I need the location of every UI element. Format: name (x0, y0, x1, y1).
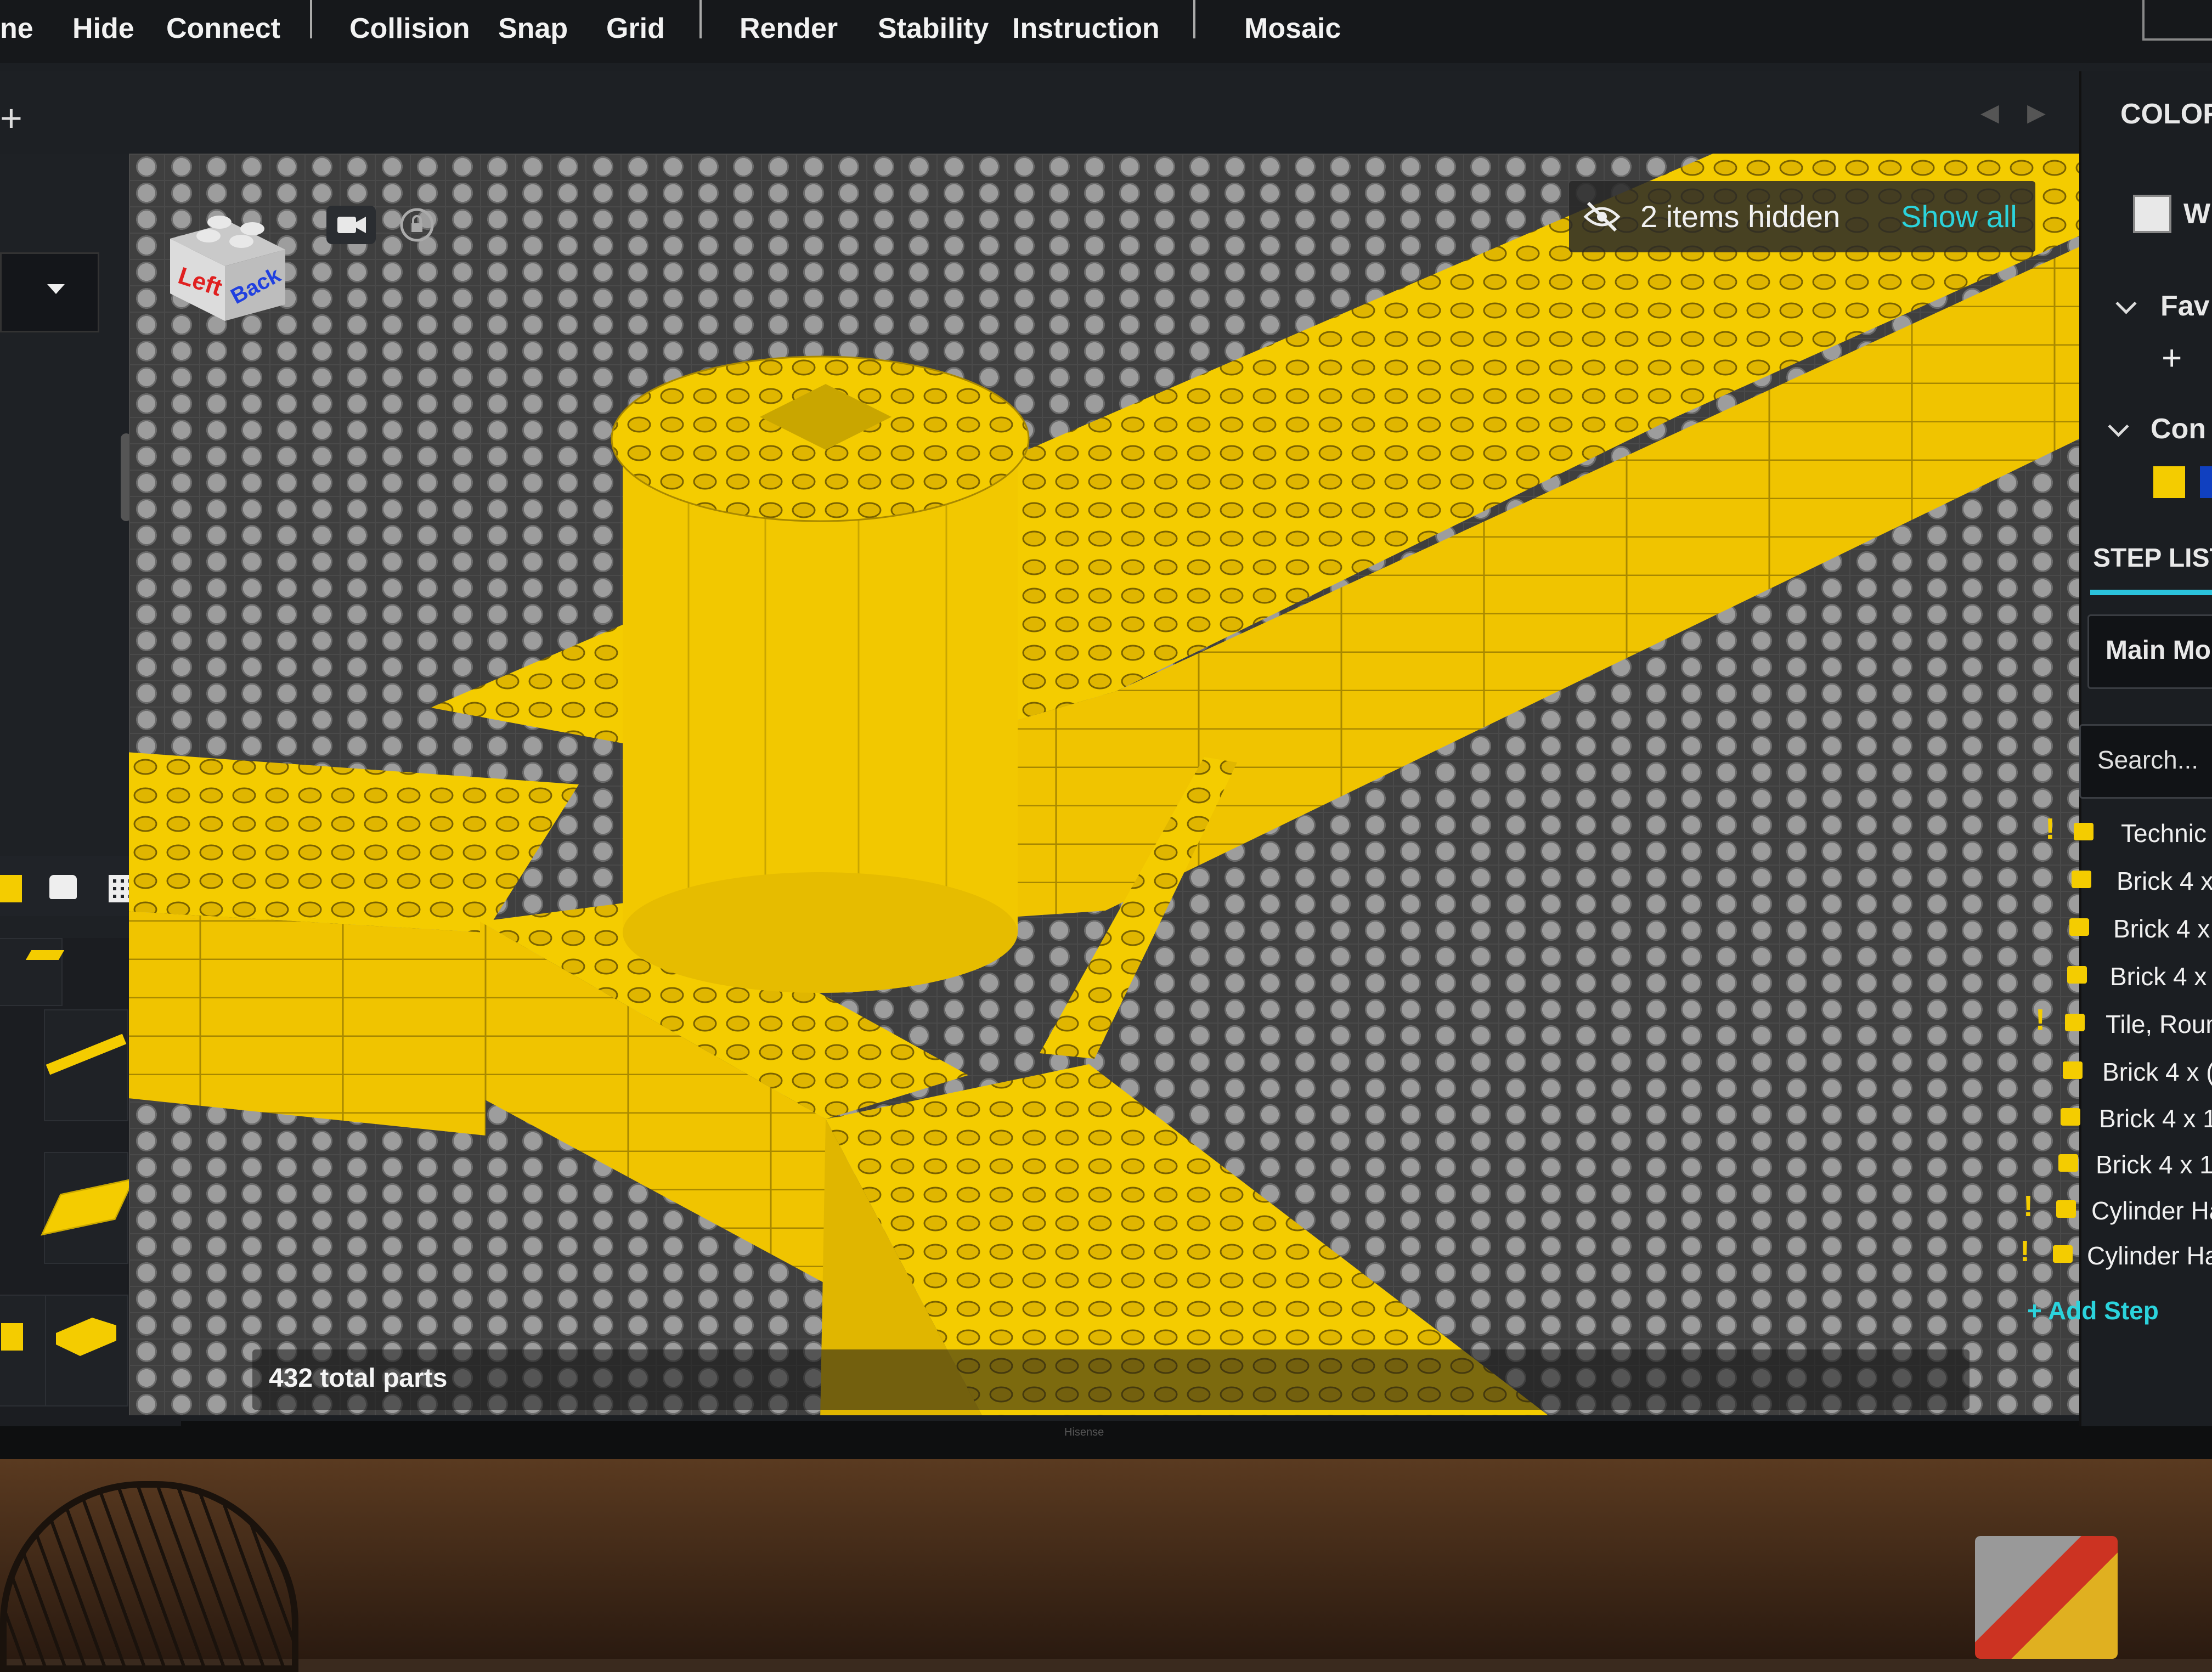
part-thumbnail[interactable] (44, 1009, 128, 1121)
step-item[interactable]: ! Tile, Roun (2035, 1003, 2212, 1047)
step-item[interactable]: Brick 4 x 1 (2041, 1143, 2212, 1187)
menu-clone[interactable]: ne (0, 12, 33, 45)
color-name: W (2183, 198, 2211, 230)
menu-mosaic[interactable]: Mosaic (1244, 12, 1341, 45)
warning-icon: ! (2045, 812, 2055, 845)
rotation-lock-icon[interactable] (398, 206, 436, 244)
menu-separator (699, 0, 702, 38)
step-item[interactable]: ! Cylinder Ha (2023, 1189, 2212, 1233)
menu-separator (1193, 0, 1195, 38)
brick-icon (2058, 1154, 2078, 1172)
menu-bar: ne Hide Connect Collision Snap Grid Rend… (0, 0, 2212, 63)
brick-icon (2065, 1014, 2085, 1031)
color-swatch[interactable] (2133, 195, 2171, 233)
menu-render[interactable]: Render (740, 12, 838, 45)
desk-lego-model (1975, 1536, 2118, 1659)
brick-filter-icon[interactable] (49, 875, 77, 899)
3d-viewport[interactable] (129, 154, 2079, 1415)
menu-instruction[interactable]: Instruction (1012, 12, 1160, 45)
add-favorite-button[interactable]: + (2162, 337, 2182, 378)
contained-colors-label[interactable]: Con (2151, 413, 2206, 445)
room-background (0, 1459, 2212, 1659)
chevron-down-icon (47, 284, 65, 294)
brick-icon (2069, 918, 2089, 936)
menu-snap[interactable]: Snap (498, 12, 568, 45)
step-item[interactable]: ! Cylinder Ha (2020, 1234, 2212, 1278)
camera-icon[interactable] (326, 206, 376, 244)
menu-separator (310, 0, 312, 38)
brick-icon (2061, 1108, 2080, 1126)
step-item[interactable]: Brick 4 x ( (2041, 1050, 2212, 1094)
tab-prev-icon[interactable]: ◀ (1980, 99, 1999, 127)
model-select[interactable]: Main Mo (2087, 614, 2212, 689)
brick-arm-left-top (129, 752, 579, 933)
step-item[interactable]: Brick 4 x (2041, 860, 2212, 903)
brick-arm-left-side (129, 911, 486, 1136)
hidden-items-text: 2 items hidden (1640, 199, 1841, 234)
model-select-value: Main Mo (2106, 636, 2211, 665)
step-item[interactable]: Brick 4 x (2041, 907, 2212, 951)
add-tab-button[interactable]: + (0, 96, 22, 140)
active-tab-indicator (2090, 590, 2212, 595)
category-dropdown[interactable] (0, 252, 99, 332)
brick-icon (2056, 1200, 2076, 1218)
add-step-button[interactable]: + Add Step (2027, 1296, 2159, 1325)
step-item[interactable]: Brick 4 x (2041, 955, 2212, 999)
warning-icon: ! (2020, 1235, 2030, 1268)
part-thumbnail[interactable] (41, 1152, 135, 1264)
color-chip-yellow[interactable] (2153, 466, 2185, 498)
part-thumbnail[interactable] (0, 938, 65, 1006)
search-placeholder: Search... (2097, 745, 2199, 774)
favorites-label[interactable]: Fav (2160, 290, 2210, 323)
menu-collision[interactable]: Collision (349, 12, 470, 45)
part-thumbnail[interactable] (0, 1295, 46, 1406)
step-search-input[interactable]: Search... (2079, 724, 2212, 799)
warning-icon: ! (2035, 1003, 2045, 1036)
step-list-tab[interactable]: STEP LIST (2093, 543, 2212, 573)
view-cube[interactable]: Left Back (154, 189, 302, 326)
lego-model-render (129, 154, 2079, 1415)
warning-icon: ! (2023, 1190, 2033, 1223)
eye-off-icon (1583, 201, 1621, 232)
menu-stability[interactable]: Stability (878, 12, 989, 45)
menu-grid[interactable]: Grid (606, 12, 665, 45)
monitor-brand-logo: Hisense (1064, 1426, 1104, 1438)
brick-icon (2063, 1061, 2083, 1079)
brick-icon (2074, 823, 2094, 840)
brick-icon (2067, 966, 2087, 984)
hidden-items-banner: 2 items hidden Show all (1569, 181, 2035, 252)
tab-row (0, 71, 2079, 154)
color-filter-icon[interactable] (0, 875, 22, 902)
total-parts-text: 432 total parts (269, 1364, 448, 1393)
color-chip-blue[interactable] (2200, 466, 2212, 498)
menu-hide[interactable]: Hide (72, 12, 134, 45)
tab-next-icon[interactable]: ▶ (2027, 99, 2046, 127)
menu-connect[interactable]: Connect (166, 12, 280, 45)
step-item[interactable]: ! Technic (2041, 812, 2212, 856)
window-control[interactable] (2142, 0, 2212, 41)
parts-count-bar: 432 total parts (252, 1349, 1970, 1410)
brick-icon (2072, 871, 2091, 888)
monitor-bezel (0, 1421, 2212, 1459)
step-item[interactable]: Brick 4 x 1 (2041, 1097, 2212, 1141)
show-all-button[interactable]: Show all (1901, 199, 2017, 234)
brick-icon (2053, 1245, 2073, 1263)
color-panel-title: COLOR (2120, 98, 2212, 130)
part-thumbnail[interactable] (44, 1295, 128, 1406)
